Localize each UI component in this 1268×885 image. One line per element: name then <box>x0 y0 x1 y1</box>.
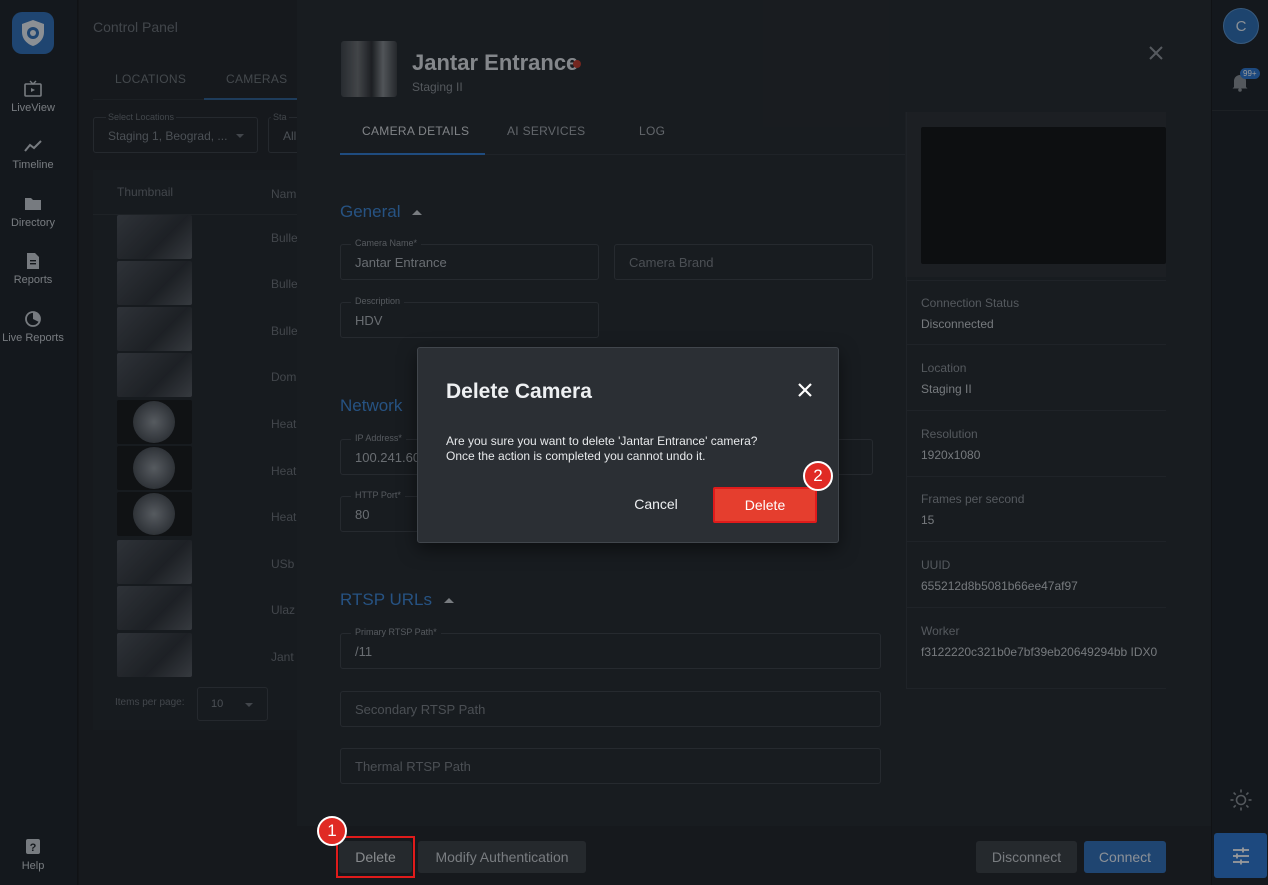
annotation-box-1 <box>336 836 415 878</box>
close-icon <box>798 383 812 397</box>
dialog-message-line: Once the action is completed you cannot … <box>446 449 706 463</box>
close-dialog-button[interactable] <box>797 382 813 398</box>
cancel-button[interactable]: Cancel <box>616 488 696 520</box>
dialog-message: Are you sure you want to delete 'Jantar … <box>446 434 757 464</box>
step-marker-1: 1 <box>317 816 347 846</box>
dialog-message-line: Are you sure you want to delete 'Jantar … <box>446 434 758 448</box>
confirm-delete-button[interactable]: Delete <box>713 487 817 523</box>
step-marker-2: 2 <box>803 461 833 491</box>
dialog-title: Delete Camera <box>446 380 592 403</box>
delete-camera-dialog: Delete Camera Are you sure you want to d… <box>417 347 839 543</box>
